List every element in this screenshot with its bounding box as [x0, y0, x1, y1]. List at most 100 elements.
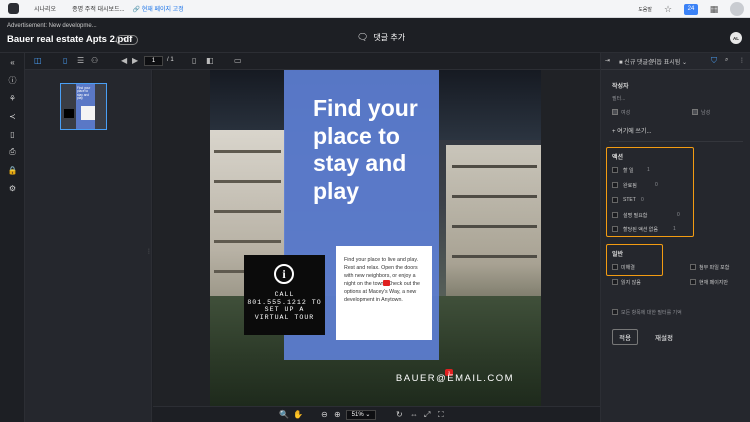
- lock-icon[interactable]: 🔒: [0, 161, 25, 179]
- flyer-email: BAUER@EMAIL.COM: [395, 373, 515, 384]
- filter-status-dropdown[interactable]: 거듭 표시됨 ⌄: [651, 57, 687, 66]
- flyer-page: Find your place to stay and play i CALL …: [210, 70, 541, 406]
- panel-resize-handle[interactable]: ⋮: [146, 248, 152, 255]
- compare-icon[interactable]: ◧: [206, 56, 214, 65]
- fit-page-icon[interactable]: ⤢: [424, 410, 430, 420]
- action-label-todo: 할 일: [623, 168, 634, 174]
- zoom-tool-icon[interactable]: 🔍: [279, 410, 289, 419]
- author-option-1: 여성: [621, 110, 631, 116]
- author-section-title: 작성자: [612, 84, 629, 90]
- add-comment-button[interactable]: 🗨 댓글 추가: [357, 32, 405, 43]
- help-link[interactable]: 도움말: [638, 6, 652, 13]
- apps-grid-icon[interactable]: ▦: [708, 3, 720, 15]
- info-icon[interactable]: ⓘ: [0, 71, 25, 89]
- general-checkbox-attachments[interactable]: [690, 264, 696, 270]
- collapse-icon[interactable]: «: [0, 53, 25, 71]
- pin-page-label: 현재 페이지 고정: [141, 7, 184, 13]
- author-filter-input[interactable]: 필터...: [612, 95, 625, 102]
- annotation-icon[interactable]: ▭: [234, 56, 242, 65]
- collapse-panel-icon[interactable]: ⇥: [605, 57, 610, 64]
- viewer-toolbar: ◫ ▯ ☰ ⚇ ◀ ▶ 1 / 1 ▯ ◧ ▭: [25, 53, 600, 70]
- info-icon: i: [274, 264, 294, 284]
- document-canvas[interactable]: Find your place to stay and play i CALL …: [153, 70, 600, 406]
- sort-label: 신규 댓글순: [624, 60, 654, 66]
- page-thumbnail[interactable]: Find your place to stay and play: [60, 83, 107, 130]
- filter-status-label: 거듭 표시됨: [651, 60, 681, 66]
- write-here-link[interactable]: + 여기에 쓰기...: [612, 126, 651, 135]
- author-checkbox-2[interactable]: [692, 109, 698, 115]
- cta-box: i CALL 801.555.1212 TO SET UP A VIRTUAL …: [244, 255, 325, 335]
- general-label-current-page: 현재 페이지만: [699, 280, 728, 286]
- general-checkbox-current-page[interactable]: [690, 279, 696, 285]
- notification-badge[interactable]: 24: [684, 3, 698, 15]
- bottom-toolbar: 🔍 ✋ ⊖ ⊕ 51% ⌄ ↻ ⇔ ⤢ ⛶: [153, 406, 600, 422]
- action-label-unassigned: 할당된 액션 없음: [623, 227, 658, 233]
- nav-scenario[interactable]: 시나리오: [34, 4, 56, 13]
- author-checkbox-1[interactable]: [612, 109, 618, 115]
- general-label-unread: 읽지 않음: [621, 280, 641, 286]
- action-checkbox-stet[interactable]: [612, 197, 618, 203]
- document-header: Advertisement: New developme... Bauer re…: [0, 18, 750, 53]
- action-count-stet: 0: [641, 197, 644, 203]
- zoom-out-icon[interactable]: ⊖: [321, 410, 328, 419]
- actions-section-title: 액션: [612, 155, 624, 161]
- app-logo[interactable]: [0, 0, 26, 18]
- continuous-page-icon[interactable]: ☰: [77, 56, 84, 65]
- nav-pin-page[interactable]: 🔗 현재 페이지 고정: [133, 4, 184, 13]
- print-icon[interactable]: ⎙: [0, 143, 25, 161]
- nav-dashboard[interactable]: 종명 주적 대시보드...: [72, 4, 125, 13]
- thumb-cta-box: [64, 109, 74, 118]
- more-icon[interactable]: ⋮: [739, 57, 745, 64]
- share-icon[interactable]: ≺: [0, 107, 25, 125]
- action-checkbox-unassigned[interactable]: [612, 226, 618, 232]
- version-dropdown[interactable]: v1 ⌄: [116, 35, 138, 45]
- description-card: Find your place to live and play. Rest a…: [336, 246, 432, 340]
- action-checkbox-needs-explanation[interactable]: [612, 212, 618, 218]
- action-checkbox-todo[interactable]: [612, 167, 618, 173]
- page-number-input[interactable]: 1: [144, 56, 163, 66]
- action-checkbox-done[interactable]: [612, 182, 618, 188]
- remember-filter-label: 모든 항목에 대한 필터를 기억: [621, 310, 682, 316]
- single-page-icon[interactable]: ▯: [63, 56, 67, 65]
- author-option-2: 남성: [701, 110, 711, 116]
- star-icon[interactable]: ☆: [662, 3, 674, 15]
- remember-filter-checkbox[interactable]: [612, 309, 618, 315]
- thumb-text-card: [81, 106, 95, 120]
- divider: [609, 141, 743, 142]
- breadcrumb[interactable]: Advertisement: New developme...: [7, 23, 97, 29]
- filter-icon[interactable]: ⛉: [711, 56, 717, 66]
- user-avatar[interactable]: AL: [730, 32, 742, 44]
- fit-width-icon[interactable]: ⇔: [410, 410, 418, 419]
- zoom-in-icon[interactable]: ⊕: [334, 410, 341, 419]
- prev-page-icon[interactable]: ◀: [121, 56, 127, 65]
- reset-button[interactable]: 재설정: [649, 330, 679, 344]
- avatar[interactable]: [730, 2, 744, 16]
- general-checkbox-unread[interactable]: [612, 279, 618, 285]
- workflow-icon[interactable]: ⚘: [0, 89, 25, 107]
- flyer-headline: Find your place to stay and play: [313, 95, 418, 204]
- rotate-icon[interactable]: ↻: [396, 410, 403, 419]
- general-checkbox-unresolved[interactable]: [612, 264, 618, 270]
- version-label: v1: [121, 37, 127, 43]
- left-rail: « ⓘ ⚘ ≺ ▯ ⎙ 🔒 ⚙: [0, 53, 25, 422]
- people-icon[interactable]: ⚇: [91, 56, 98, 65]
- action-count-unassigned: 1: [673, 226, 676, 232]
- zoom-level: 51%: [351, 412, 364, 418]
- hand-tool-icon[interactable]: ✋: [293, 410, 303, 419]
- sidebar-toggle-icon[interactable]: ◫: [34, 56, 42, 65]
- general-label-attachments: 첨부 파일 포함: [699, 265, 730, 271]
- next-page-icon[interactable]: ▶: [132, 56, 138, 65]
- apply-button[interactable]: 적용: [612, 329, 638, 345]
- action-label-stet: STET: [623, 197, 636, 203]
- sort-dropdown[interactable]: ■ 신규 댓글순: [619, 57, 654, 66]
- general-section-title: 일반: [612, 252, 624, 258]
- fit-page-icon[interactable]: ▯: [192, 56, 196, 65]
- file-icon[interactable]: ▯: [0, 125, 25, 143]
- fullscreen-icon[interactable]: ⛶: [438, 410, 444, 420]
- comment-marker[interactable]: [383, 280, 390, 286]
- cta-text: CALL 801.555.1212 TO SET UP A VIRTUAL TO…: [247, 291, 322, 321]
- search-icon[interactable]: ⌕: [725, 57, 728, 64]
- settings-icon[interactable]: ⚙: [0, 179, 25, 197]
- zoom-level-dropdown[interactable]: 51% ⌄: [346, 410, 376, 420]
- thumbnail-panel: Find your place to stay and play: [25, 70, 152, 422]
